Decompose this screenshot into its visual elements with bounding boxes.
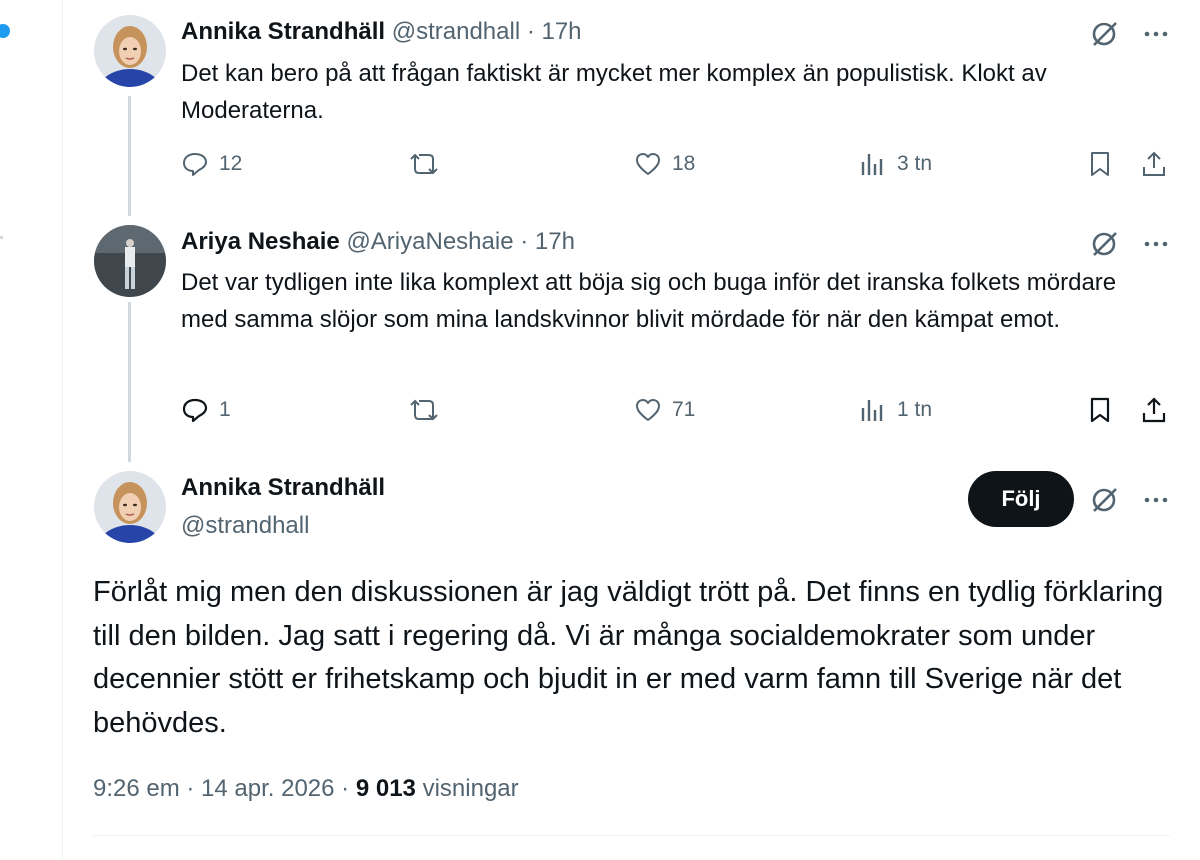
retweet-icon xyxy=(410,399,438,421)
author-handle[interactable]: @AriyaNeshaie xyxy=(346,228,513,255)
tweet-text: Förlåt mig men den diskussionen är jag v… xyxy=(93,576,1164,739)
reply-count: 1 xyxy=(219,398,231,421)
reply-icon xyxy=(182,398,208,423)
views-button[interactable]: 1 tn xyxy=(859,396,932,424)
bookmark-button[interactable] xyxy=(1086,150,1114,178)
like-count: 71 xyxy=(672,398,696,421)
like-button[interactable]: 71 xyxy=(634,396,695,424)
bookmark-button[interactable] xyxy=(1086,396,1114,424)
author-name[interactable]: Ariya Neshaie xyxy=(181,228,340,255)
tweet-text: Det kan bero på att frågan faktiskt är m… xyxy=(181,60,1047,124)
share-icon xyxy=(1142,397,1166,423)
nav-marker xyxy=(0,236,3,239)
avatar[interactable] xyxy=(94,15,166,87)
like-button[interactable]: 18 xyxy=(634,150,695,178)
views-label: visningar xyxy=(422,775,519,802)
views-count: 3 tn xyxy=(897,152,933,175)
like-icon xyxy=(636,153,660,175)
follow-button[interactable]: Följ xyxy=(968,471,1074,527)
reply-icon xyxy=(183,153,207,176)
thread-connector xyxy=(128,302,131,462)
author-handle[interactable]: @strandhall xyxy=(181,512,309,539)
reply-count: 12 xyxy=(219,152,243,175)
share-icon xyxy=(1143,151,1165,176)
views-icon xyxy=(861,154,883,175)
avatar[interactable] xyxy=(94,225,166,297)
views-count: 1 tn xyxy=(897,398,933,421)
tweet-time[interactable]: · 17h xyxy=(520,228,575,255)
more-icon[interactable] xyxy=(1141,229,1171,259)
more-icon[interactable] xyxy=(1141,19,1171,49)
notification-dot xyxy=(0,24,10,38)
reply-button[interactable]: 1 xyxy=(181,396,231,424)
share-button[interactable] xyxy=(1140,396,1168,424)
left-navigation-edge xyxy=(0,0,62,860)
share-button[interactable] xyxy=(1140,150,1168,178)
reply-button[interactable]: 12 xyxy=(181,150,242,178)
grok-icon[interactable] xyxy=(1089,19,1119,49)
grok-icon[interactable] xyxy=(1089,229,1119,259)
avatar[interactable] xyxy=(94,471,166,543)
views-icon xyxy=(861,400,883,421)
retweet-button[interactable] xyxy=(408,150,440,178)
tweet-date[interactable]: · 14 apr. 2026 · xyxy=(186,775,349,802)
retweet-button[interactable] xyxy=(408,396,440,424)
tweet-text: Det var tydligen inte lika komplext att … xyxy=(181,269,1117,333)
like-icon xyxy=(636,399,660,421)
views-count: 9 013 xyxy=(355,775,416,802)
like-count: 18 xyxy=(672,152,696,175)
tweet-meta: 9:26 em · 14 apr. 2026 · 9 013 visningar xyxy=(93,772,519,806)
author-handle[interactable]: @strandhall xyxy=(392,18,520,45)
views-button[interactable]: 3 tn xyxy=(859,150,932,178)
divider xyxy=(93,835,1170,836)
bookmark-icon xyxy=(1090,397,1110,423)
author-name[interactable]: Annika Strandhäll xyxy=(181,18,385,45)
retweet-icon xyxy=(410,153,438,175)
tweet-time[interactable]: 9:26 em xyxy=(93,775,180,802)
more-icon[interactable] xyxy=(1141,485,1171,515)
thread-connector xyxy=(128,96,131,216)
author-name[interactable]: Annika Strandhäll xyxy=(181,474,385,501)
bookmark-icon xyxy=(1091,152,1109,176)
tweet-time[interactable]: · 17h xyxy=(527,18,582,45)
column-divider xyxy=(62,0,63,860)
grok-icon[interactable] xyxy=(1089,485,1119,515)
